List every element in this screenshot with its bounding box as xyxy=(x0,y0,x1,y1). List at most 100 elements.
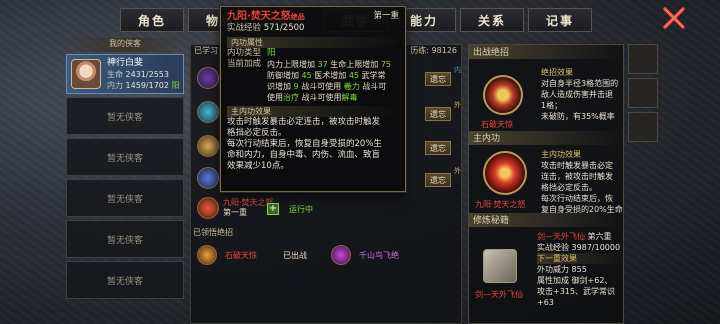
internal-skill-name: 九阳·焚天之怒 xyxy=(475,200,526,209)
skill-icon xyxy=(197,135,219,157)
tooltip-exp-value: 571/2500 xyxy=(263,23,305,33)
bonus-val: 治疗 xyxy=(283,93,299,102)
tab-relations[interactable]: 关系 xyxy=(460,8,524,32)
side-tab[interactable] xyxy=(628,44,658,74)
skill-row[interactable] xyxy=(197,135,219,157)
bonus-val: 解毒 xyxy=(341,93,358,102)
empty-slot-label: 暂无侠客 xyxy=(106,153,143,164)
book-exp-label: 实战经验 xyxy=(537,243,569,252)
bonus-text: 防御增加 xyxy=(267,71,299,80)
skill-tooltip: 九阳·焚天之怒绝品 第一重 实战经验 571/2500 内功属性 内功类型阳 当… xyxy=(220,6,406,192)
bonus-text: 医术增加 xyxy=(314,71,347,80)
internal-skill-effect-line: 攻击时触发暴击必定 xyxy=(541,161,613,170)
bonus-text: 使用 xyxy=(267,93,283,102)
skill-note: 外 xyxy=(454,101,461,109)
book-power-label: 外功威力 xyxy=(537,265,569,274)
bonus-text: 战斗可使用 xyxy=(301,82,342,91)
skill-icon xyxy=(197,197,219,219)
section-combat-skill: 出战绝招 xyxy=(469,45,623,59)
skill-row[interactable] xyxy=(197,101,219,123)
skill-icon xyxy=(197,67,219,89)
close-icon xyxy=(663,7,685,29)
skill-icon xyxy=(197,245,217,265)
book-attr-line: +63 xyxy=(537,298,554,307)
learned-skill[interactable]: 千山鸟飞绝 xyxy=(331,241,399,269)
add-icon[interactable]: + xyxy=(267,203,279,215)
empty-slot-label: 暂无侠客 xyxy=(106,112,143,123)
tooltip-title-tag: 绝品 xyxy=(290,13,305,21)
learned-section-title: 已领悟绝招 xyxy=(193,228,233,237)
bonus-text: 识增加 xyxy=(267,82,291,91)
active-skill-row[interactable]: 九阳·焚天之怒 第一重 xyxy=(197,197,274,219)
side-tab-strip xyxy=(628,44,668,146)
skill-row[interactable] xyxy=(197,167,219,189)
empty-slot-label: 暂无侠客 xyxy=(106,194,143,205)
avatar xyxy=(71,59,101,89)
forget-button[interactable]: 遗忘 xyxy=(425,107,451,121)
tooltip-effect-line: 效果减少10点。 xyxy=(227,161,289,171)
tooltip-exp-label: 实战经验 xyxy=(227,23,262,33)
character-slot-active[interactable]: 神行白斐 生命 2431/2553 内力 1459/1702 阳 xyxy=(66,54,184,94)
tooltip-type-value: 阳 xyxy=(267,48,276,58)
bonus-val: 75 xyxy=(380,60,392,69)
forget-button[interactable]: 遗忘 xyxy=(425,141,451,155)
skill-row[interactable] xyxy=(197,67,219,89)
experience-points: 历练: 98126 xyxy=(410,46,457,55)
character-slot-empty[interactable]: 暂无侠客 xyxy=(66,179,184,217)
internal-skill-effect-line: 连击，被攻击时触发 xyxy=(541,172,613,181)
combat-skill-effect-title: 绝招效果 xyxy=(541,68,573,77)
section-cultivation-book: 修炼秘籍 xyxy=(469,213,623,227)
book-name-left: 剑—天外飞仙 xyxy=(475,290,523,299)
hp-value: 2431/2553 xyxy=(125,69,169,79)
active-skill-name: 九阳·焚天之怒 xyxy=(223,198,274,207)
internal-skill-effect-line: 格挡必定反击。 xyxy=(541,183,597,192)
tooltip-level: 第一重 xyxy=(373,11,399,21)
bonus-text: 战斗可使用 xyxy=(301,93,342,102)
close-button[interactable] xyxy=(662,6,686,30)
mp-value: 1459/1702 xyxy=(125,80,169,90)
learned-skill[interactable]: 石破天惊 已出战 xyxy=(197,241,307,269)
character-slot-empty[interactable]: 暂无侠客 xyxy=(66,261,184,299)
book-power-value: 855 xyxy=(571,265,587,274)
combat-skill-emblem[interactable] xyxy=(483,75,523,115)
character-list-title: 我的侠客 xyxy=(66,38,184,52)
character-slot-empty[interactable]: 暂无侠客 xyxy=(66,138,184,176)
tooltip-effect-title: 主内功效果 xyxy=(227,106,399,117)
tooltip-type-label: 内功类型 xyxy=(227,48,262,58)
forget-button[interactable]: 遗忘 xyxy=(425,72,451,86)
empty-slot-label: 暂无侠客 xyxy=(106,276,143,287)
tab-journal[interactable]: 记事 xyxy=(528,8,592,32)
side-tab[interactable] xyxy=(628,112,658,142)
bonus-val: 45 xyxy=(348,71,360,80)
active-skill-status: 运行中 xyxy=(289,205,313,214)
combat-skill-name: 石破天惊 xyxy=(481,120,513,129)
side-tab[interactable] xyxy=(628,78,658,108)
mp-label: 内力 xyxy=(107,80,123,90)
bonus-text: 内力上限增加 xyxy=(267,60,315,69)
tab-character[interactable]: 角色 xyxy=(120,8,184,32)
bonus-val: 37 xyxy=(317,60,328,69)
character-slot-empty[interactable]: 暂无侠客 xyxy=(66,97,184,135)
internal-skill-effect-line: 每次行动结束后，恢 xyxy=(541,194,613,203)
tooltip-title: 九阳·焚天之怒 xyxy=(227,11,291,22)
empty-slot-label: 暂无侠客 xyxy=(106,235,143,246)
combat-skill-effect-line: 1格； xyxy=(541,101,563,110)
character-slot-empty[interactable]: 暂无侠客 xyxy=(66,220,184,258)
bonus-text: 战斗可 xyxy=(362,82,387,91)
hp-label: 生命 xyxy=(107,69,123,79)
book-attr-line: 攻击+315、武学常识 xyxy=(537,287,615,296)
internal-skill-effect-title: 主内功效果 xyxy=(541,150,581,159)
detail-panel: 出战绝招 石破天惊 绝招效果 对自身半径3格范围的 敌人造成伤害并击退 1格； … xyxy=(468,44,625,324)
section-main-internal: 主内功 xyxy=(469,131,623,145)
internal-skill-emblem[interactable] xyxy=(483,151,527,195)
bonus-val: 9 xyxy=(293,82,299,91)
skill-icon xyxy=(197,101,219,123)
forget-button[interactable]: 遗忘 xyxy=(425,173,451,187)
char-name: 神行白斐 xyxy=(107,57,144,68)
combat-skill-effect-line: 敌人造成伤害并击退 xyxy=(541,90,613,99)
tooltip-effect-line: 每次行动结束后，恢复自身受损的20%生 xyxy=(227,139,382,149)
combat-skill-effect-line: 未破防，有35%概率 xyxy=(541,112,615,121)
book-icon[interactable] xyxy=(483,249,517,283)
tooltip-bonus-label: 当前加成 xyxy=(227,59,262,69)
mp-tag: 阳 xyxy=(171,80,180,90)
